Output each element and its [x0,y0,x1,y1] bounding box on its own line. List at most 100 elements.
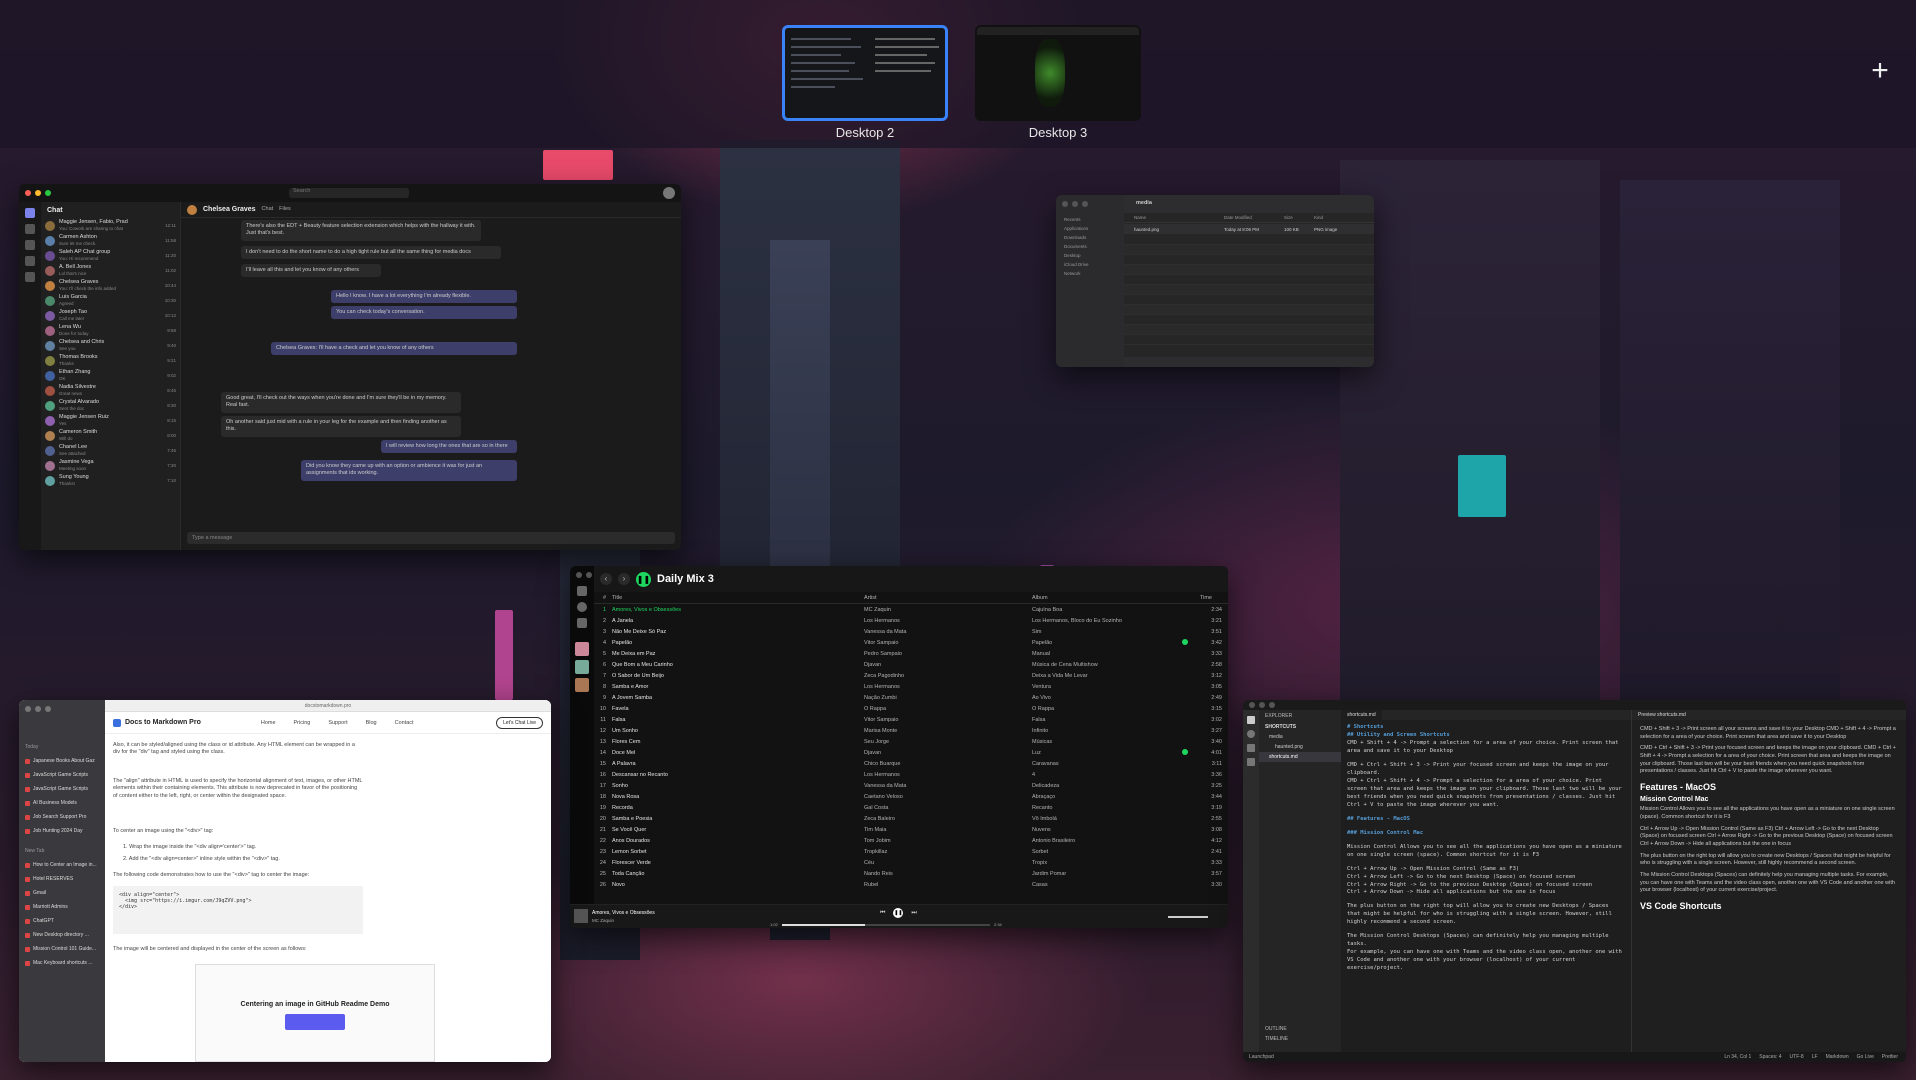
browser-tab[interactable]: Marriott Admins [19,900,105,914]
chat-list-item[interactable]: Chelsea Graves You: I'll check the info a… [41,278,180,293]
chat-list-item[interactable]: Cameron Smith Will do 8:00 [41,428,180,443]
track-row[interactable]: 1 Amores, Vivos e Obsessões MC Zaquin Cajuí… [594,604,1228,615]
forward-button[interactable]: › [618,573,630,585]
explorer-item-md[interactable]: shortcuts.md [1259,752,1341,762]
nav-blog[interactable]: Blog [366,720,377,726]
back-button[interactable]: ‹ [600,573,612,585]
column-size[interactable]: Size [1284,215,1314,220]
finder-sidebar-item[interactable]: iCloud Drive [1056,260,1124,269]
timeline-section[interactable]: TIMELINE [1259,1034,1341,1044]
explorer-item-png[interactable]: haunted.png [1259,742,1341,752]
nav-pricing[interactable]: Pricing [294,720,311,726]
playlist-cover[interactable] [575,678,589,692]
chat-list-item[interactable]: Jasmine Vega Meeting soon 7:30 [41,458,180,473]
browser-tab[interactable]: ChatGPT [19,914,105,928]
status-item[interactable]: Markdown [1826,1054,1849,1060]
address-bar[interactable]: docstomarkdown.pro [105,700,551,712]
chat-list-item[interactable]: Luis Garcia Agreed 10:30 [41,293,180,308]
chat-live-button[interactable]: Let's Chat Live [496,716,543,729]
playlist-cover[interactable] [575,642,589,656]
chat-list-item[interactable]: Crystal Alvarado Sent the doc 8:30 [41,398,180,413]
tab-chat[interactable]: Chat [262,206,274,213]
column-date[interactable]: Date Modified [1224,215,1284,220]
track-row[interactable]: 23 Lemon Sorbet Tropkillaz Sorbet 2:41 [594,846,1228,857]
browser-tab[interactable]: Gmail [19,886,105,900]
chat-list-item[interactable]: Chelsea and Chris See you 9:40 [41,338,180,353]
track-row[interactable]: 10 Favela O Rappa O Rappa 3:15 [594,703,1228,714]
status-item[interactable]: Ln 34, Col 1 [1724,1054,1751,1060]
track-row[interactable]: 24 Florescer Verde Céu Tropix 3:33 [594,857,1228,868]
chat-list-item[interactable]: Ethan Zhang OK 9:02 [41,368,180,383]
browser-tab[interactable]: How to Center an Image in... [19,858,105,872]
code-editor[interactable]: shortcuts.md # Shortcuts ## Utility and S… [1341,710,1631,1052]
vscode-window[interactable]: EXPLORER SHORTCUTS media haunted.png sho… [1243,700,1906,1062]
chat-list-item[interactable]: Nadia Silvestre Great news 8:45 [41,383,180,398]
search-icon[interactable] [577,602,587,612]
browser-tab[interactable]: AI Business Models [19,796,105,810]
teams-window[interactable]: Search Chat Maggie Jensen, Fabio, Prad Yo… [19,184,681,550]
nav-contact[interactable]: Contact [395,720,414,726]
status-item[interactable]: LF [1812,1054,1818,1060]
file-row[interactable]: haunted.png Today at 8:06 PM 100 KB PNG … [1124,224,1374,234]
status-item[interactable]: Prettier [1882,1054,1898,1060]
source-control-icon[interactable] [1247,744,1255,752]
browser-tab[interactable]: New Desktop directory ... [19,928,105,942]
calls-icon[interactable] [25,256,35,266]
column-name[interactable]: Name [1124,215,1224,220]
play-button[interactable]: ❚❚ [636,571,651,587]
finder-window[interactable]: Recents Applications Downloads Documents Des… [1056,195,1374,367]
browser-tab[interactable]: Japanese Books About Gaz [19,754,105,768]
search-icon[interactable] [1247,730,1255,738]
finder-sidebar-item[interactable]: Applications [1056,224,1124,233]
add-desktop-button[interactable]: + [1866,56,1894,86]
finder-sidebar-item[interactable]: Downloads [1056,233,1124,242]
teams-search-input[interactable]: Search [289,188,409,198]
track-row[interactable]: 20 Samba e Poesia Zeca Baleiro Vô Imbolá 2:5… [594,813,1228,824]
track-row[interactable]: 21 Se Você Quer Tim Maia Nuvens 3:08 [594,824,1228,835]
chat-list-item[interactable]: Lena Wu Done for today 9:58 [41,323,180,338]
avatar[interactable] [663,187,675,199]
chat-list-item[interactable]: Thomas Brooks Thanks 9:21 [41,353,180,368]
chat-list-item[interactable]: A. Bell Jones Lol that's nice 11:02 [41,263,180,278]
calendar-icon[interactable] [25,240,35,250]
track-row[interactable]: 2 A Janela Los Hermanos Los Hermanos, Bloco… [594,615,1228,626]
explorer-item-media[interactable]: media [1259,732,1341,742]
track-row[interactable]: 26 Novo Rubel Casas 3:30 [594,879,1228,890]
playlist-cover[interactable] [575,660,589,674]
liked-icon[interactable] [1182,748,1188,755]
pause-icon[interactable]: ❚❚ [893,908,904,918]
track-row[interactable]: 25 Toda Canção Nando Reis Jardim Pomar 3:57 [594,868,1228,879]
preview-tab[interactable]: Preview shortcuts.md [1632,710,1906,720]
tab-files[interactable]: Files [279,206,291,213]
extensions-icon[interactable] [1247,758,1255,766]
nav-support[interactable]: Support [328,720,347,726]
folder-name[interactable]: SHORTCUTS [1259,722,1341,732]
progress-bar[interactable] [782,924,990,926]
track-row[interactable]: 15 A Palavra Chico Buarque Caravanas 3:11 [594,758,1228,769]
browser-tab[interactable]: JavaScript Game Scripts [19,782,105,796]
files-icon[interactable] [25,272,35,282]
status-item[interactable]: UTF-8 [1790,1054,1804,1060]
liked-icon[interactable] [1182,638,1188,645]
track-row[interactable]: 9 A Jovem Samba Nação Zumbi Ao Vivo 2:49 [594,692,1228,703]
nav-home[interactable]: Home [261,720,276,726]
spotify-window[interactable]: ‹ › ❚❚ Daily Mix 3 # Title Artist Album … [570,566,1228,928]
next-icon[interactable]: ⏭ [911,910,916,917]
track-row[interactable]: 8 Samba e Amor Los Hermanos Ventura 3:05 [594,681,1228,692]
chat-list-item[interactable]: Carmen Ashton Sure let me check. 11:58 [41,233,180,248]
editor-tab[interactable]: shortcuts.md [1341,710,1382,720]
chat-list-item[interactable]: Sung Young Thanks! 7:10 [41,473,180,488]
track-row[interactable]: 7 O Sabor de Um Beijo Zeca Pagodinho Deixa … [594,670,1228,681]
chat-list-item[interactable]: Joseph Tao Call me later 10:12 [41,308,180,323]
browser-tab[interactable]: Job Hunting 2024 Day [19,824,105,838]
status-item[interactable]: Go Live [1857,1054,1874,1060]
previous-icon[interactable]: ⏮ [880,910,885,917]
desktop-2-thumbnail[interactable] [782,25,948,121]
chat-list-item[interactable]: Saleh AP Chat group You: Hi recommend 11:2… [41,248,180,263]
status-launchpad[interactable]: Launchpad [1249,1054,1274,1060]
track-row[interactable]: 5 Me Deixa em Paz Pedro Sampaio Manual 3:33 [594,648,1228,659]
library-icon[interactable] [577,618,587,628]
site-title[interactable]: Docs to Markdown Pro [125,719,201,726]
outline-section[interactable]: OUTLINE [1259,1024,1341,1034]
volume-slider[interactable] [1168,916,1208,918]
